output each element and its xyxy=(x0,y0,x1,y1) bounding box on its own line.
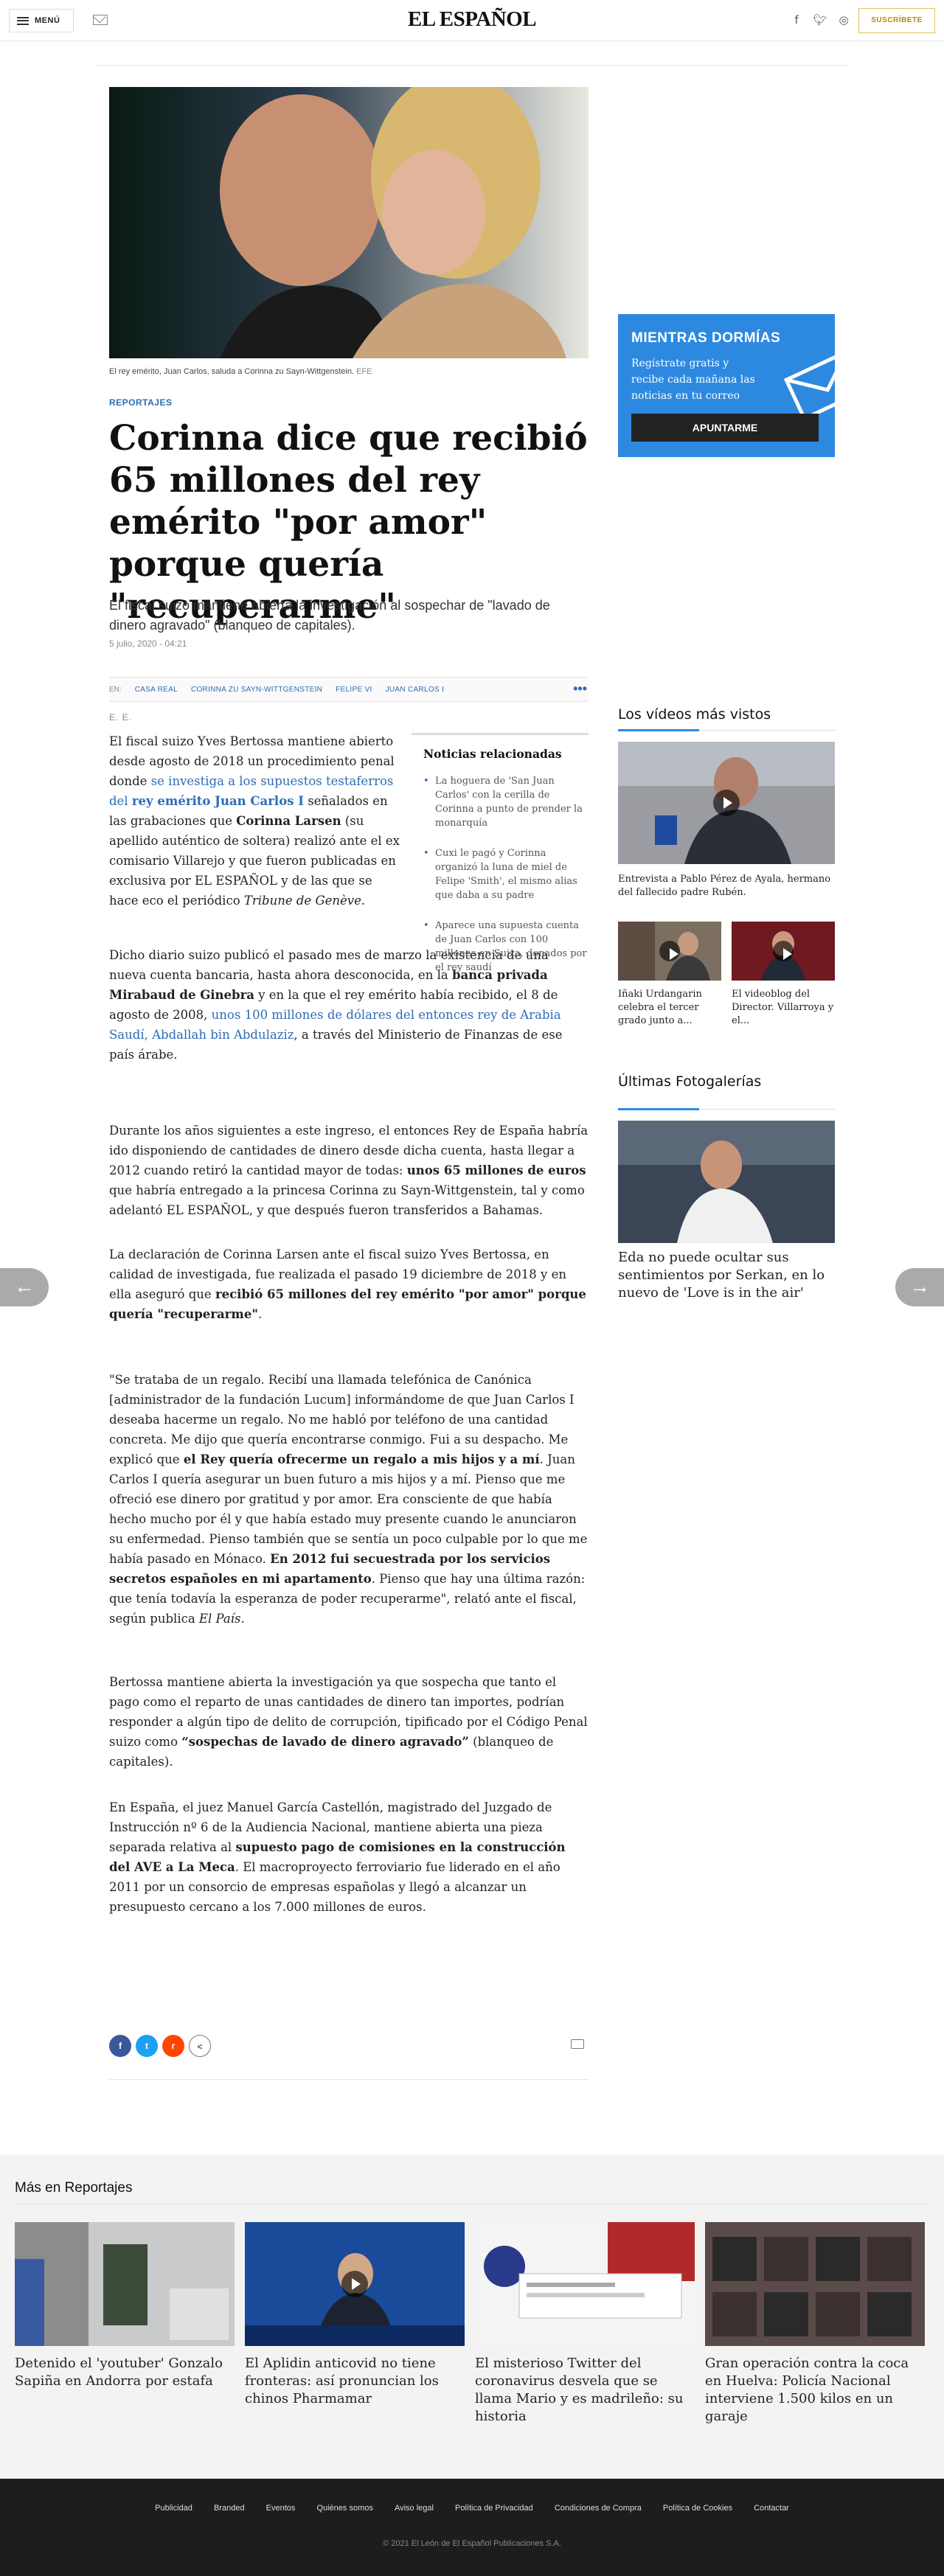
divider xyxy=(618,729,835,731)
more-card[interactable]: Detenido el 'youtuber' Gonzalo Sapiña en… xyxy=(15,2222,235,2390)
image-credit: EFE xyxy=(356,367,372,376)
video-thumbnail[interactable] xyxy=(732,922,835,981)
menu-button[interactable]: MENÚ xyxy=(9,9,74,32)
promo-title: MIENTRAS DORMÍAS xyxy=(631,330,781,346)
section-link[interactable]: REPORTAJES xyxy=(109,397,172,408)
related-title: Noticias relacionadas xyxy=(423,747,562,761)
site-footer: Publicidad Branded Eventos Quiénes somos… xyxy=(0,2479,944,2576)
more-card[interactable]: El Aplidin anticovid no tiene fronteras:… xyxy=(245,2222,465,2408)
tag-link[interactable]: CASA REAL xyxy=(135,686,178,694)
instagram-icon[interactable]: ◎ xyxy=(836,13,851,27)
more-card-image xyxy=(705,2222,925,2346)
author-byline: E. E. xyxy=(109,712,133,723)
hero-image xyxy=(109,87,589,358)
previous-article-arrow-icon[interactable]: ← xyxy=(0,1268,49,1306)
video-caption[interactable]: Iñaki Urdangarin celebra el tercer grado… xyxy=(618,988,721,1028)
paragraph: Durante los años siguientes a este ingre… xyxy=(109,1124,589,1217)
video-thumbnail[interactable] xyxy=(618,922,721,981)
tags-prefix: EN: xyxy=(109,685,122,694)
videos-heading: Los vídeos más vistos xyxy=(618,706,771,723)
gallery-thumbnail[interactable] xyxy=(618,1121,835,1243)
comment-icon[interactable] xyxy=(571,2039,584,2049)
mail-icon[interactable] xyxy=(93,15,108,25)
copyright: © 2021 El León de El Español Publicacion… xyxy=(383,2539,561,2548)
more-card-image xyxy=(475,2222,695,2346)
promo-text: Regístrate gratis y recibe cada mañana l… xyxy=(631,358,755,402)
footer-link[interactable]: Política de Cookies xyxy=(663,2504,732,2513)
related-news: Noticias relacionadas La hoguera de 'San… xyxy=(412,733,589,989)
facebook-icon[interactable]: f xyxy=(789,13,804,27)
divider xyxy=(618,1108,835,1110)
more-card-title: Detenido el 'youtuber' Gonzalo Sapiña en… xyxy=(15,2356,223,2389)
more-section: Más en Reportajes Detenido el 'youtuber'… xyxy=(0,2154,944,2479)
twitter-icon[interactable]: 🐦︎ xyxy=(813,13,827,27)
divider xyxy=(109,2079,589,2080)
footer-link[interactable]: Contactar xyxy=(754,2504,789,2513)
paragraph: "Se trataba de un regalo. Recibí una lla… xyxy=(109,1373,588,1626)
more-card-title: El misterioso Twitter del coronavirus de… xyxy=(475,2356,684,2424)
paragraph: Bertossa mantiene abierta la investigaci… xyxy=(109,1675,588,1769)
site-logo[interactable]: EL ESPAÑOL xyxy=(398,7,546,32)
play-icon[interactable] xyxy=(773,941,794,961)
footer-link[interactable]: Política de Privacidad xyxy=(455,2504,533,2513)
more-card-image xyxy=(245,2222,465,2346)
share-reddit-icon[interactable]: r xyxy=(162,2035,184,2057)
video-caption[interactable]: El videoblog del Director. Villarroya y … xyxy=(732,988,835,1028)
video-thumbnail[interactable] xyxy=(618,742,835,864)
paragraph: El fiscal suizo Yves Bertossa mantiene a… xyxy=(109,734,400,908)
publish-date: 5 julio, 2020 - 04:21 xyxy=(109,638,187,649)
social-links: f 🐦︎ ◎ xyxy=(789,13,851,27)
related-item[interactable]: La hoguera de 'San Juan Carlos' con la c… xyxy=(423,774,589,830)
gallery-heading: Últimas Fotogalerías xyxy=(618,1073,762,1090)
play-icon[interactable] xyxy=(713,790,740,816)
footer-link[interactable]: Eventos xyxy=(266,2504,296,2513)
more-card-image xyxy=(15,2222,235,2346)
image-caption: El rey emérito, Juan Carlos, saluda a Co… xyxy=(109,367,372,376)
divider xyxy=(96,65,848,66)
footer-links: Publicidad Branded Eventos Quiénes somos… xyxy=(0,2504,944,2513)
newsletter-promo: MIENTRAS DORMÍAS Regístrate gratis y rec… xyxy=(618,314,835,457)
share-facebook-icon[interactable]: f xyxy=(109,2035,131,2057)
footer-link[interactable]: Branded xyxy=(214,2504,245,2513)
footer-link[interactable]: Quiénes somos xyxy=(316,2504,372,2513)
footer-link[interactable]: Condiciones de Compra xyxy=(555,2504,642,2513)
play-icon[interactable] xyxy=(659,941,680,961)
share-more-icon[interactable]: < xyxy=(189,2035,211,2057)
tag-link[interactable]: FELIPE VI xyxy=(336,686,372,694)
footer-link[interactable]: Publicidad xyxy=(155,2504,192,2513)
more-options-icon[interactable]: ••• xyxy=(573,682,587,695)
paragraph: En España, el juez Manuel García Castell… xyxy=(109,1800,566,1914)
next-article-arrow-icon[interactable]: → xyxy=(895,1268,944,1306)
video-caption[interactable]: Entrevista a Pablo Pérez de Ayala, herma… xyxy=(618,873,835,899)
related-item[interactable]: Aparece una supuesta cuenta de Juan Carl… xyxy=(423,919,589,975)
tag-link[interactable]: CORINNA ZU SAYN-WITTGENSTEIN xyxy=(191,686,322,694)
article-subtitle: El fiscal suizo mantiene abierta la inve… xyxy=(109,598,550,633)
menu-label: MENÚ xyxy=(35,16,60,25)
more-card[interactable]: Gran operación contra la coca en Huelva:… xyxy=(705,2222,925,2426)
site-header: MENÚ EL ESPAÑOL f 🐦︎ ◎ SUSCRÍBETE xyxy=(0,0,944,41)
paragraph: La declaración de Corinna Larsen ante el… xyxy=(109,1247,586,1321)
share-buttons: f t r < xyxy=(109,2035,211,2057)
tag-link[interactable]: JUAN CARLOS I xyxy=(386,686,444,694)
subscribe-button[interactable]: SUSCRÍBETE xyxy=(858,8,935,33)
envelope-icon xyxy=(783,349,835,422)
subscribe-newsletter-button[interactable]: APUNTARME xyxy=(631,414,819,442)
footer-link[interactable]: Aviso legal xyxy=(395,2504,434,2513)
more-card[interactable]: El misterioso Twitter del coronavirus de… xyxy=(475,2222,695,2426)
gallery-caption[interactable]: Eda no puede ocultar sus sentimientos po… xyxy=(618,1249,835,1302)
hamburger-icon xyxy=(17,16,29,25)
related-item[interactable]: Cuxi le pagó y Corinna organizó la luna … xyxy=(423,846,589,902)
more-card-title: Gran operación contra la coca en Huelva:… xyxy=(705,2356,909,2424)
tag-bar: EN: CASA REAL CORINNA ZU SAYN-WITTGENSTE… xyxy=(109,677,589,702)
share-twitter-icon[interactable]: t xyxy=(136,2035,158,2057)
play-icon[interactable] xyxy=(341,2271,368,2297)
more-card-title: El Aplidin anticovid no tiene fronteras:… xyxy=(245,2356,439,2406)
more-heading: Más en Reportajes xyxy=(15,2180,133,2196)
